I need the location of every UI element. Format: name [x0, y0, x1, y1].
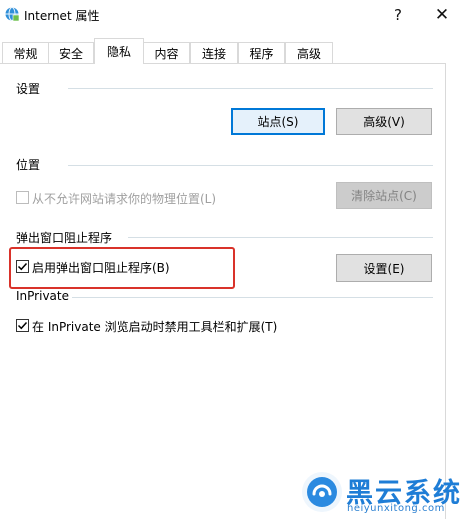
- settings-group-header: 设置: [16, 80, 41, 97]
- tab-security[interactable]: 安全: [48, 42, 94, 63]
- tab-programs[interactable]: 程序: [238, 42, 285, 63]
- advanced-button[interactable]: 高级(V): [336, 108, 432, 135]
- location-divider: [68, 165, 433, 166]
- popup-settings-button[interactable]: 设置(E): [336, 254, 432, 282]
- inprivate-checkbox[interactable]: [16, 319, 29, 332]
- tab-advanced[interactable]: 高级: [285, 42, 333, 63]
- settings-divider: [68, 88, 433, 89]
- internet-explorer-icon: [5, 7, 20, 22]
- tab-privacy[interactable]: 隐私: [94, 38, 144, 64]
- check-icon: [17, 321, 28, 330]
- title-bar: Internet 属性 ? ✕: [0, 0, 465, 30]
- inprivate-divider: [72, 297, 433, 298]
- inprivate-group-header: InPrivate: [16, 289, 69, 303]
- cloud-logo-icon: [307, 477, 337, 507]
- window-title: Internet 属性: [24, 9, 100, 23]
- clear-sites-button[interactable]: 清除站点(C): [336, 182, 432, 209]
- highlight-box: [9, 247, 235, 289]
- popup-blocker-group-header: 弹出窗口阻止程序: [16, 229, 113, 246]
- sites-button[interactable]: 站点(S): [231, 108, 325, 135]
- tab-connections[interactable]: 连接: [190, 42, 238, 63]
- watermark-logo: [302, 472, 342, 512]
- location-group-header: 位置: [16, 156, 41, 173]
- popup-blocker-divider: [128, 237, 433, 238]
- help-button[interactable]: ?: [375, 0, 421, 30]
- location-checkbox-label: 从不允许网站请求你的物理位置(L): [32, 192, 217, 206]
- close-button[interactable]: ✕: [419, 0, 465, 30]
- tab-general[interactable]: 常规: [2, 42, 49, 63]
- tab-content[interactable]: 内容: [143, 42, 190, 63]
- watermark-url: heiyunxitong.com: [347, 503, 445, 514]
- location-checkbox[interactable]: [16, 191, 29, 204]
- inprivate-checkbox-label: 在 InPrivate 浏览启动时禁用工具栏和扩展(T): [32, 320, 278, 334]
